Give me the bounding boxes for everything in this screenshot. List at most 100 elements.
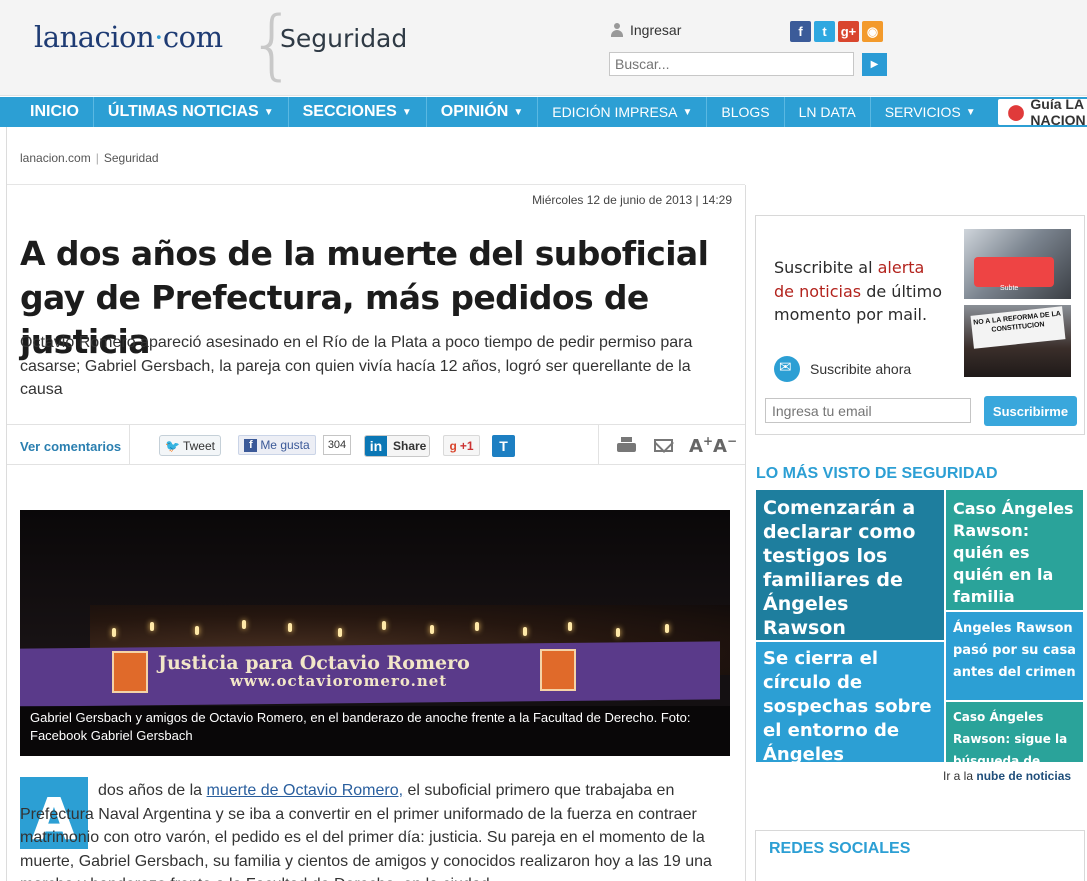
nav-item-blogs[interactable]: BLOGS	[707, 97, 785, 127]
facebook-icon: f	[244, 438, 258, 452]
caret-down-icon: ▼	[513, 106, 524, 118]
body-intro: dos años de la	[98, 782, 203, 799]
nav-guia-la-nacion[interactable]: ⬤ Guía LA NACION	[997, 96, 1087, 128]
font-increase-button[interactable]: A+	[689, 434, 713, 457]
breadcrumb-section[interactable]: Seguridad	[104, 151, 159, 165]
most-viewed-item[interactable]: Caso Ángeles Rawson: quién es quién en l…	[946, 490, 1083, 610]
email-icon[interactable]	[654, 439, 673, 452]
tweet-button[interactable]: 🐦 Tweet	[159, 435, 221, 456]
map-pin-icon: ⬤	[1007, 104, 1025, 121]
facebook-icon[interactable]: f	[790, 21, 811, 42]
alert-text: Suscribite al alerta de noticias de últi…	[774, 256, 944, 327]
candle-light	[338, 628, 342, 637]
email-field[interactable]	[765, 398, 971, 423]
twitter-icon[interactable]: t	[814, 21, 835, 42]
main-nav: INICIO ÚLTIMAS NOTICIAS ▼ SECCIONES ▼ OPIN…	[0, 96, 1087, 128]
article-photo[interactable]: Justicia para Octavio Romero www.octavio…	[20, 510, 730, 756]
font-plus-label: A	[689, 436, 703, 457]
linkedin-share-button[interactable]: in Share	[364, 435, 430, 457]
caret-down-icon: ▼	[965, 106, 976, 118]
view-comments-link[interactable]: Ver comentarios	[20, 439, 121, 454]
t-share-button[interactable]: T	[492, 435, 515, 457]
body-link[interactable]: muerte de Octavio Romero,	[207, 782, 404, 799]
nav-item-ultimas-noticias[interactable]: ÚLTIMAS NOTICIAS ▼	[94, 97, 289, 127]
linkedin-icon: in	[365, 436, 387, 456]
article-dateline: Miércoles 12 de junio de 2013 | 14:29	[532, 193, 732, 207]
column-divider	[745, 185, 746, 881]
nav-label: BLOGS	[721, 104, 770, 120]
breadcrumb-home[interactable]: lanacion.com	[20, 151, 91, 165]
site-logo[interactable]: lanacion·com	[34, 20, 223, 54]
caret-down-icon: ▼	[263, 106, 274, 118]
caret-down-icon: ▼	[401, 106, 412, 118]
nav-label: OPINIÓN	[440, 103, 509, 120]
article-subhead: Octavio Romero apareció asesinado en el …	[20, 334, 693, 398]
site-header: lanacion·com { Seguridad Ingresar f t g+…	[0, 0, 1087, 96]
most-viewed-title: LO MÁS VISTO DE SEGURIDAD	[756, 465, 998, 482]
arrow-right-icon: ▶	[870, 59, 879, 70]
search-input[interactable]	[609, 52, 854, 76]
subscribe-now-link[interactable]: Suscribite ahora	[774, 356, 911, 382]
alert-text-start: Suscribite al	[774, 258, 878, 277]
nav-label: LN DATA	[798, 104, 856, 120]
nav-item-inicio[interactable]: INICIO	[16, 97, 94, 127]
subscribe-button[interactable]: Suscribirme	[984, 396, 1077, 426]
most-viewed-item[interactable]: Comenzarán a declarar como testigos los …	[756, 490, 944, 640]
login-link[interactable]: Ingresar	[611, 22, 681, 38]
nav-item-secciones[interactable]: SECCIONES ▼	[289, 97, 427, 127]
breadcrumb: lanacion.com | Seguridad	[20, 151, 159, 165]
logo-dot: ·	[154, 20, 163, 54]
article-body: dos años de la muerte de Octavio Romero,…	[20, 779, 735, 881]
most-viewed-item[interactable]: Se cierra el círculo de sospechas sobre …	[756, 642, 944, 762]
news-cloud-link[interactable]: Ir a la nube de noticias	[943, 769, 1071, 783]
article-time: 14:29	[701, 193, 732, 207]
banner-text: Justicia para Octavio Romero	[158, 652, 470, 674]
googleplus-button[interactable]: g +1	[443, 435, 480, 456]
font-decrease-button[interactable]: A−	[713, 434, 737, 457]
print-icon[interactable]	[617, 437, 637, 453]
most-viewed-item[interactable]: Caso Ángeles Rawson: sigue la búsqueda d…	[946, 702, 1083, 762]
banner-portrait	[112, 651, 148, 693]
googleplus-icon[interactable]: g+	[838, 21, 859, 42]
search-button[interactable]: ▶	[862, 53, 887, 76]
nav-item-edicion-impresa[interactable]: EDICIÓN IMPRESA ▼	[538, 97, 708, 127]
candle-light	[665, 624, 669, 633]
candle-light	[523, 627, 527, 636]
nav-item-opinion[interactable]: OPINIÓN ▼	[427, 97, 539, 127]
nav-label: INICIO	[30, 103, 79, 120]
section-title[interactable]: Seguridad	[280, 24, 407, 53]
mail-icon	[774, 356, 800, 382]
rss-icon[interactable]: ◉	[862, 21, 883, 42]
font-minus-label: A	[713, 436, 727, 457]
candle-light	[568, 622, 572, 631]
social-links: f t g+ ◉	[790, 21, 883, 42]
font-size-controls: A+A−	[689, 434, 737, 457]
caret-down-icon: ▼	[682, 106, 693, 118]
logo-main: lanacion	[34, 20, 155, 54]
subway-photo	[964, 229, 1071, 299]
fb-like-label: Me gusta	[260, 438, 310, 452]
facebook-like-count: 304	[323, 435, 351, 455]
page-frame-left	[6, 127, 7, 881]
user-icon	[611, 23, 623, 37]
cloud-link-label: nube de noticias	[976, 769, 1072, 783]
divider	[129, 425, 130, 464]
facebook-like-button[interactable]: f Me gusta	[238, 435, 316, 455]
nav-item-servicios[interactable]: SERVICIOS ▼	[871, 97, 990, 127]
social-networks-title: REDES SOCIALES	[769, 840, 911, 857]
twitter-bird-icon: 🐦	[165, 438, 180, 453]
candle-light	[242, 620, 246, 629]
login-label: Ingresar	[630, 22, 682, 38]
photo-caption: Gabriel Gersbach y amigos de Octavio Rom…	[20, 706, 730, 756]
nav-item-ln-data[interactable]: LN DATA	[785, 97, 871, 127]
gplus-label: +1	[459, 438, 474, 453]
candle-light	[150, 622, 154, 631]
nav-label: EDICIÓN IMPRESA	[552, 104, 678, 120]
news-alert-box: Suscribite al alerta de noticias de últi…	[755, 215, 1085, 435]
candle-light	[112, 628, 116, 637]
tweet-label: Tweet	[182, 438, 215, 453]
article-date: Miércoles 12 de junio de 2013	[532, 193, 693, 207]
candle-light	[475, 622, 479, 631]
most-viewed-item[interactable]: Ángeles Rawson pasó por su casa antes de…	[946, 612, 1083, 700]
candle-light	[382, 621, 386, 630]
